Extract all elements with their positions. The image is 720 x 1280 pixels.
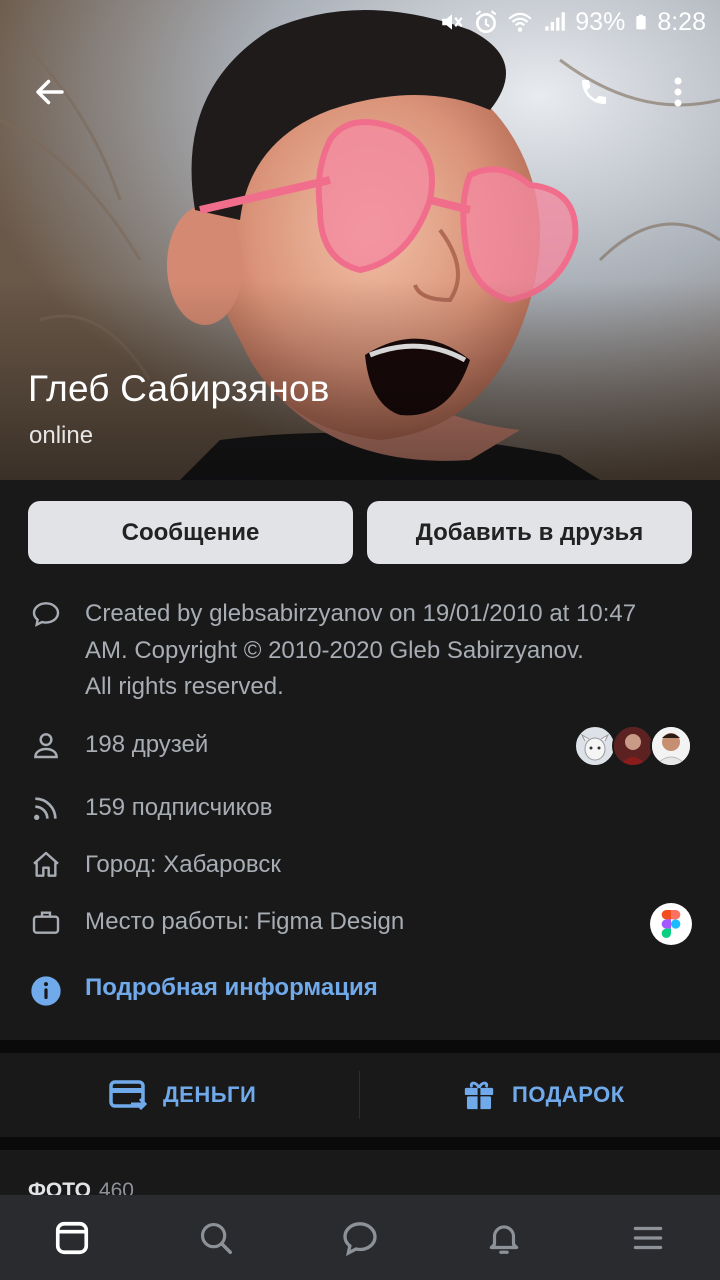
info-icon[interactable]	[30, 975, 62, 1007]
mute-icon	[442, 14, 463, 30]
section-divider	[0, 1040, 720, 1053]
search-icon	[200, 1222, 232, 1254]
wifi-icon	[508, 12, 532, 32]
profile-cover-photo[interactable]: 93% 8:28 Глеб Сабирзянов online	[0, 0, 720, 480]
detailed-info-link[interactable]: Подробная информация	[85, 974, 378, 1002]
user-icon	[34, 733, 58, 759]
message-icon	[343, 1221, 377, 1256]
city: Город: Хабаровск	[85, 851, 281, 878]
money-label: ДЕНЬГИ	[163, 1082, 257, 1107]
nav-menu[interactable]	[576, 1195, 720, 1280]
hamburger-menu-icon	[633, 1226, 663, 1249]
signal-icon	[545, 12, 566, 31]
more-options-button[interactable]	[650, 64, 706, 120]
figma-logo[interactable]	[650, 903, 692, 945]
about-line: All rights reserved.	[85, 673, 284, 700]
add-friend-button[interactable]: Добавить в друзья	[367, 501, 692, 564]
arrow-left-icon	[36, 79, 64, 105]
nav-messages[interactable]	[288, 1195, 432, 1280]
friends-avatars[interactable]	[574, 725, 692, 767]
friends-count: 198 друзей	[85, 731, 209, 758]
avatar	[574, 725, 616, 767]
avatar	[650, 725, 692, 767]
gift-label: ПОДАРОК	[512, 1082, 625, 1107]
gift-icon	[464, 1081, 494, 1110]
money-transfer-icon	[109, 1080, 147, 1111]
comment-icon	[32, 602, 60, 627]
nav-search[interactable]	[144, 1195, 288, 1280]
nav-notifications[interactable]	[432, 1195, 576, 1280]
newsfeed-icon	[55, 1221, 89, 1254]
figma-icon	[661, 910, 681, 938]
nav-news[interactable]	[0, 1195, 144, 1280]
more-vertical-icon	[674, 77, 682, 107]
online-status: online	[29, 422, 94, 449]
avatar	[612, 725, 654, 767]
rss-icon	[34, 797, 57, 820]
bottom-navigation	[0, 1195, 720, 1280]
battery-icon	[636, 14, 646, 30]
money-gift-bar: ДЕНЬГИ ПОДАРОК	[0, 1053, 720, 1137]
clock: 8:28	[657, 7, 706, 36]
send-message-button[interactable]: Сообщение	[28, 501, 353, 564]
money-button[interactable]: ДЕНЬГИ	[109, 1053, 256, 1137]
battery-percent: 93%	[575, 7, 626, 36]
home-icon	[33, 851, 59, 877]
back-button[interactable]	[22, 64, 78, 120]
work-place: Место работы: Figma Design	[85, 908, 405, 935]
action-divider	[359, 1071, 360, 1119]
followers-count: 159 подписчиков	[85, 794, 273, 821]
about-line: AM. Copyright © 2010-2020 Gleb Sabirzyan…	[85, 636, 584, 664]
phone-icon	[582, 80, 606, 104]
gift-button[interactable]: ПОДАРОК	[462, 1053, 625, 1137]
about-line: Created by glebsabirzyanov on 19/01/2010…	[85, 600, 637, 627]
call-button[interactable]	[566, 64, 622, 120]
profile-name: Глеб Сабирзянов	[28, 368, 330, 409]
bell-icon	[489, 1224, 519, 1254]
briefcase-icon	[32, 911, 60, 934]
section-divider	[0, 1137, 720, 1150]
status-bar: 93% 8:28	[0, 0, 720, 44]
alarm-icon	[475, 10, 497, 34]
